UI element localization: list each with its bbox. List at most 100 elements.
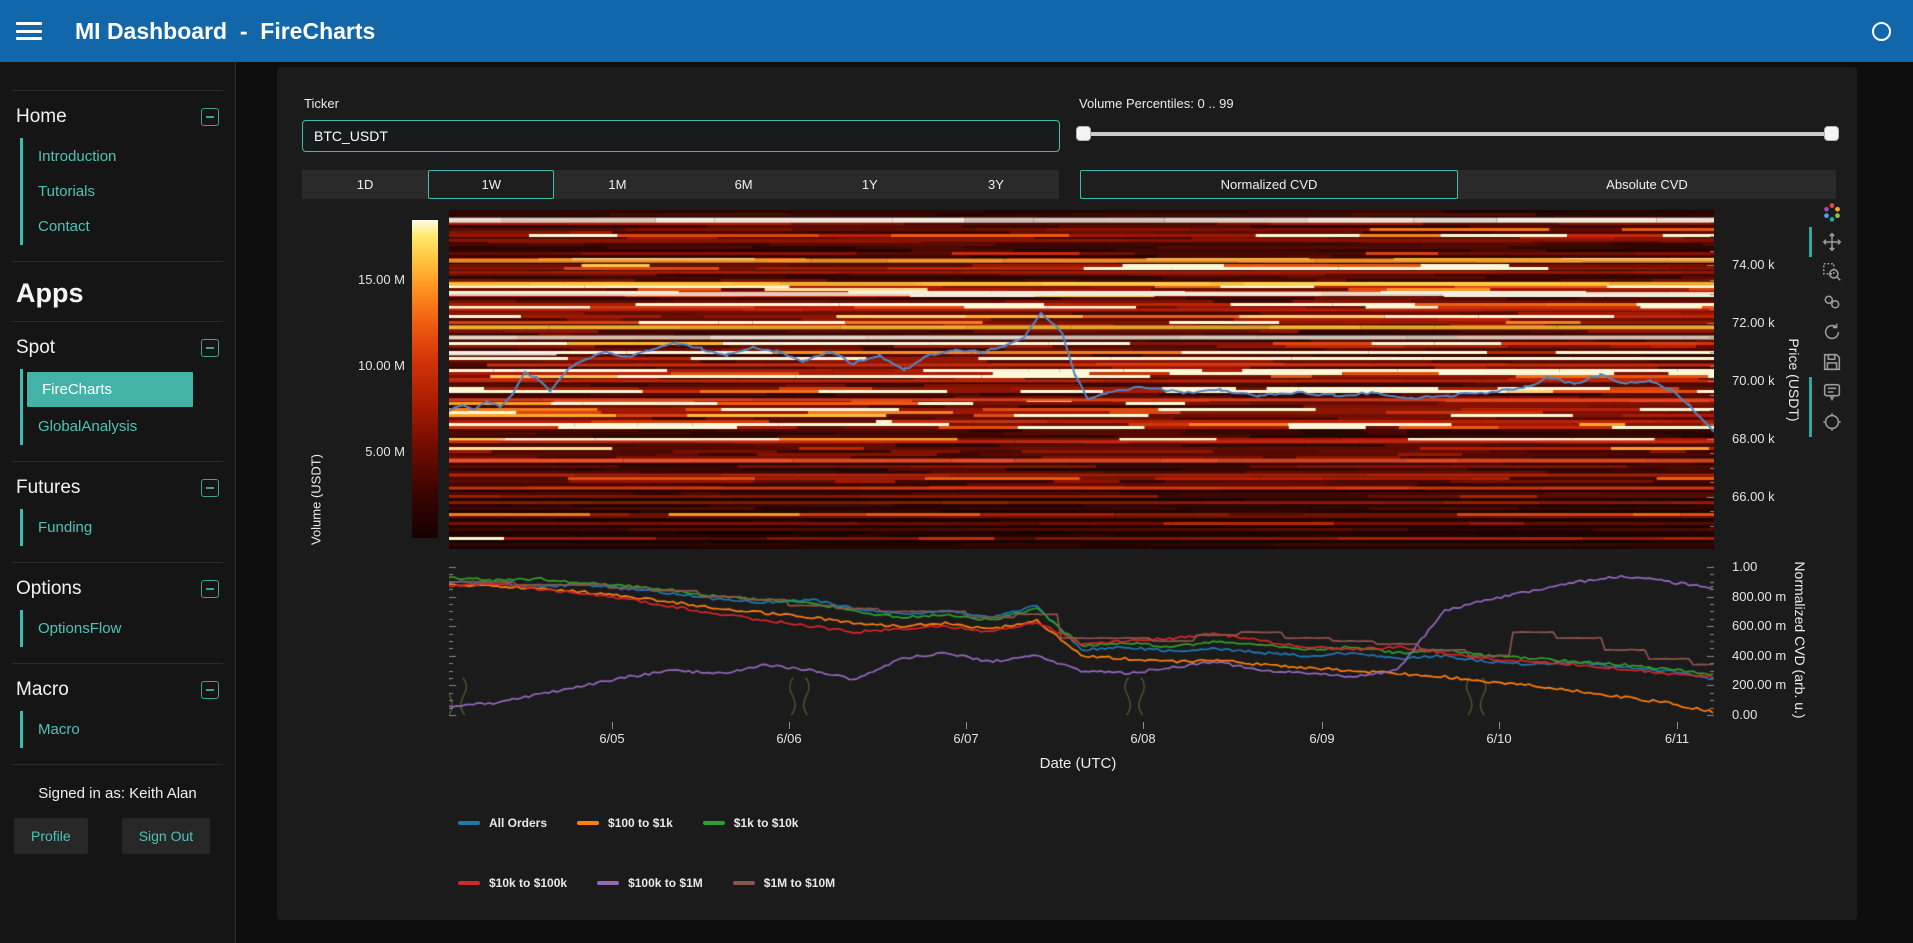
date-axis-title: Date (UTC): [1040, 755, 1117, 772]
legend-row: All Orders $100 to $1k $1k to $10k: [458, 815, 835, 831]
cvd-line-plot[interactable]: [449, 559, 1714, 722]
legend-item[interactable]: $1k to $10k: [703, 816, 799, 830]
slider-track[interactable]: [1079, 132, 1836, 136]
save-icon[interactable]: [1819, 349, 1845, 375]
sidebar-section-home: Home: [16, 106, 219, 128]
timeframe-button-1w[interactable]: 1W: [428, 170, 554, 199]
date-tick-label: 6/06: [759, 731, 819, 747]
price-tick-label: 70.00 k: [1732, 373, 1775, 389]
volume-colorbar: [412, 220, 438, 538]
timeframe-button-6m[interactable]: 6M: [681, 170, 807, 199]
legend-label: $1k to $10k: [734, 816, 799, 830]
sidebar-group: FireCharts GlobalAnalysis: [20, 369, 235, 445]
cvd-axis-title: Normalized CVD (arb. u.): [1792, 540, 1808, 740]
divider: [12, 764, 223, 765]
colorbar-axis-title: Volume (USDT): [309, 440, 324, 560]
cvd-tick-label: 400.00 m: [1732, 648, 1786, 664]
profile-button[interactable]: Profile: [14, 818, 88, 854]
app-title: MI Dashboard - FireCharts: [75, 18, 375, 45]
legend-item[interactable]: $100 to $1k: [577, 816, 673, 830]
date-tick-label: 6/09: [1292, 731, 1352, 747]
pan-icon[interactable]: [1819, 229, 1845, 255]
chart-legend: All Orders $100 to $1k $1k to $10k $10k to …: [458, 815, 835, 935]
cvd-tick-label: 0.00: [1732, 707, 1757, 723]
divider: [12, 562, 223, 563]
ticker-label: Ticker: [304, 96, 339, 111]
signout-button[interactable]: Sign Out: [122, 818, 210, 854]
x-tick-mark: [789, 722, 790, 729]
plot-modebar: [1811, 199, 1853, 435]
legend-item[interactable]: $100k to $1M: [597, 876, 703, 890]
signed-in-text: Signed in as: Keith Alan: [8, 785, 227, 802]
collapse-icon[interactable]: [201, 479, 219, 497]
timeframe-button-1d[interactable]: 1D: [302, 170, 428, 199]
colorbar-tick-label: 5.00 M: [335, 444, 405, 460]
autoscale-icon[interactable]: [1819, 319, 1845, 345]
hover-annotation-icon[interactable]: [1819, 379, 1845, 405]
timeframe-button-3y[interactable]: 3Y: [933, 170, 1059, 199]
header-status[interactable]: [1872, 22, 1891, 41]
x-tick-mark: [1322, 722, 1323, 729]
sidebar-section-futures: Futures: [16, 477, 219, 499]
cvd-mode-button-absolute-cvd[interactable]: Absolute CVD: [1458, 170, 1836, 199]
firecharts-panel: Ticker Volume Percentiles: 0 .. 99 1D1W1…: [277, 67, 1857, 920]
divider: [12, 261, 223, 262]
ticker-input[interactable]: [302, 120, 1060, 152]
spikelines-icon[interactable]: [1819, 409, 1845, 435]
legend-row: $10k to $100k $100k to $1M $1M to $10M: [458, 875, 835, 891]
collapse-icon[interactable]: [201, 339, 219, 357]
price-tick-label: 74.00 k: [1732, 257, 1775, 273]
legend-swatch: [597, 881, 619, 885]
sidebar-group: Introduction Tutorials Contact: [20, 138, 235, 245]
cvd-tick-label: 1.00: [1732, 559, 1757, 575]
sidebar-item-contact[interactable]: Contact: [23, 209, 235, 244]
volume-percentile-slider[interactable]: [1079, 120, 1836, 150]
legend-label: All Orders: [489, 816, 547, 830]
collapse-icon[interactable]: [201, 580, 219, 598]
timeframe-button-1y[interactable]: 1Y: [807, 170, 933, 199]
legend-item[interactable]: $10k to $100k: [458, 876, 567, 890]
sidebar-user-actions: Profile Sign Out: [14, 818, 221, 854]
app-header: MI Dashboard - FireCharts: [0, 0, 1913, 62]
slider-handle-min[interactable]: [1076, 126, 1091, 141]
collapse-icon[interactable]: [201, 681, 219, 699]
compare-hover-icon[interactable]: [1819, 289, 1845, 315]
section-title: Spot: [16, 337, 55, 359]
legend-swatch: [577, 821, 599, 825]
date-tick-label: 6/05: [582, 731, 642, 747]
colorbar-tick-label: 15.00 M: [335, 272, 405, 288]
plotly-logo-icon[interactable]: [1819, 199, 1845, 225]
menu-hamburger-icon[interactable]: [16, 22, 42, 40]
legend-label: $10k to $100k: [489, 876, 567, 890]
volume-percentiles-label: Volume Percentiles: 0 .. 99: [1079, 96, 1234, 111]
date-tick-label: 6/07: [936, 731, 996, 747]
legend-item[interactable]: $1M to $10M: [733, 876, 835, 890]
timeframe-button-1m[interactable]: 1M: [554, 170, 680, 199]
sidebar-item-funding[interactable]: Funding: [23, 510, 235, 545]
cvd-tick-label: 200.00 m: [1732, 677, 1786, 693]
divider: [12, 321, 223, 322]
sidebar-item-tutorials[interactable]: Tutorials: [23, 174, 235, 209]
sidebar-item-globalanalysis[interactable]: GlobalAnalysis: [23, 409, 235, 444]
sidebar-item-optionsflow[interactable]: OptionsFlow: [23, 611, 235, 646]
price-axis-title: Price (USDT): [1786, 320, 1802, 440]
legend-item[interactable]: All Orders: [458, 816, 547, 830]
collapse-icon[interactable]: [201, 108, 219, 126]
sidebar-group: Macro: [20, 711, 235, 748]
fire-heatmap-plot[interactable]: [449, 210, 1714, 549]
cvd-mode-button-normalized-cvd[interactable]: Normalized CVD: [1080, 170, 1458, 199]
date-tick-label: 6/08: [1113, 731, 1173, 747]
x-tick-mark: [966, 722, 967, 729]
slider-handle-max[interactable]: [1824, 126, 1839, 141]
timeframe-button-group: 1D1W1M6M1Y3Y: [302, 170, 1059, 199]
colorbar-tick-label: 10.00 M: [335, 358, 405, 374]
sidebar: Home Introduction Tutorials Contact Apps…: [0, 62, 236, 943]
divider: [12, 461, 223, 462]
box-zoom-icon[interactable]: [1819, 259, 1845, 285]
date-tick-label: 6/10: [1469, 731, 1529, 747]
sidebar-item-macro[interactable]: Macro: [23, 712, 235, 747]
cvd-tick-label: 800.00 m: [1732, 589, 1786, 605]
sidebar-item-introduction[interactable]: Introduction: [23, 139, 235, 174]
legend-swatch: [703, 821, 725, 825]
sidebar-item-firecharts[interactable]: FireCharts: [27, 372, 193, 407]
